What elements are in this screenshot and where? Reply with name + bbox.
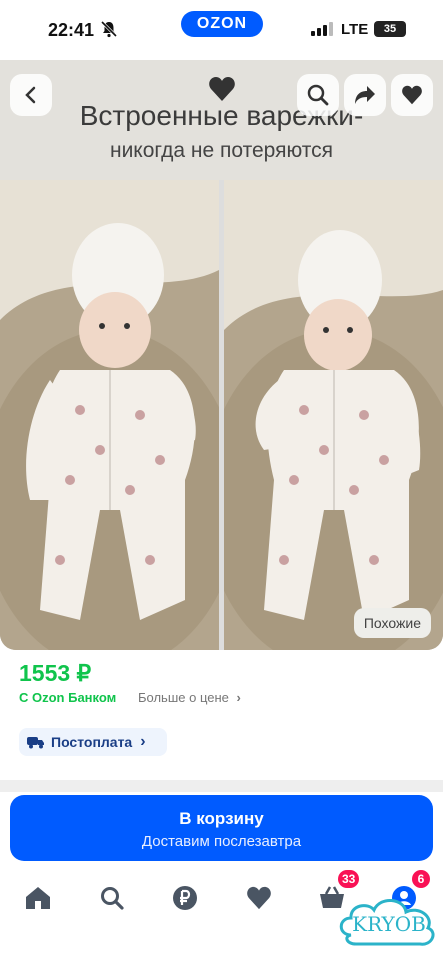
share-button[interactable] (344, 74, 386, 116)
postpay-chip[interactable]: Постоплата › (19, 728, 167, 756)
chevron-left-icon (25, 86, 36, 104)
product-photo-left[interactable] (0, 180, 219, 650)
battery-indicator: 35 (374, 21, 406, 37)
signal-icon (311, 22, 333, 36)
product-gallery[interactable]: Встроенные варежки- никогда не потеряютс… (0, 60, 443, 650)
cart-count-badge: 33 (338, 870, 360, 888)
heart-icon (209, 77, 235, 101)
delivery-estimate: Доставим послезавтра (141, 833, 302, 850)
chevron-right-icon: › (140, 733, 146, 750)
search-icon (307, 84, 329, 106)
similar-button[interactable]: Похожие (353, 608, 431, 638)
search-button[interactable] (297, 74, 339, 116)
share-icon (355, 86, 375, 104)
product-price: 1553 ₽ (19, 660, 92, 686)
banner-subheadline: никогда не потеряются (109, 139, 334, 162)
tab-search[interactable] (94, 880, 130, 916)
status-time: 22:41 (48, 20, 95, 40)
search-icon (101, 887, 124, 910)
more-about-price-link[interactable]: Больше о цене › (138, 690, 241, 705)
favorite-button[interactable] (391, 74, 433, 116)
truck-icon (27, 737, 44, 749)
section-divider (0, 780, 443, 792)
heart-icon (247, 886, 271, 910)
tab-finance[interactable] (167, 880, 203, 916)
baby-photo-illustration (0, 180, 219, 650)
product-photo-right[interactable]: Похожие (224, 180, 443, 650)
postpay-label: Постоплата (51, 734, 133, 750)
more-about-price-label: Больше о цене (138, 690, 229, 705)
back-button[interactable] (10, 74, 52, 116)
favorite-center-button[interactable] (208, 76, 236, 107)
status-bar: 22:41 OZON LTE 35 (0, 0, 443, 60)
tab-home[interactable] (20, 880, 56, 916)
add-to-cart-label: В корзину (179, 809, 264, 828)
heart-icon (402, 85, 422, 105)
baby-photo-illustration (224, 180, 443, 650)
bell-muted-icon (101, 20, 117, 38)
ozon-bank-label: С Ozon Банком (19, 690, 117, 705)
home-icon (26, 887, 50, 909)
profile-notification-badge: 6 (412, 870, 430, 888)
network-type: LTE (341, 21, 369, 38)
watermark-text: KRYOB (352, 912, 426, 936)
add-to-cart-button[interactable]: В корзину Доставим послезавтра (10, 795, 433, 861)
kryob-watermark: KRYOB (336, 890, 439, 950)
tab-favorites[interactable] (241, 880, 277, 916)
ruble-icon (173, 886, 197, 910)
chevron-right-icon: › (236, 690, 241, 705)
ozon-logo: OZON (181, 11, 263, 37)
